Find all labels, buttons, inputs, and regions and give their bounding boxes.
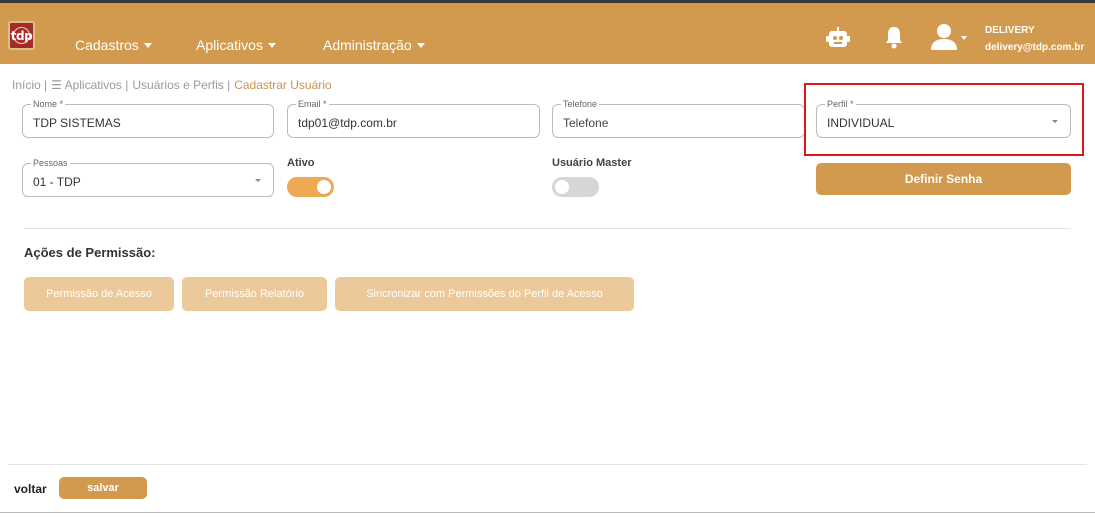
- footer-divider: [8, 464, 1087, 465]
- permissao-acesso-button[interactable]: Permissão de Acesso: [24, 277, 174, 311]
- breadcrumb-inicio[interactable]: Início |: [12, 78, 47, 92]
- bell-icon[interactable]: [884, 25, 904, 49]
- nav-administracao-label: Administração: [323, 37, 412, 53]
- nav-aplicativos[interactable]: Aplicativos: [196, 37, 276, 53]
- breadcrumb-usuarios-perfis[interactable]: Usuários e Perfis |: [132, 78, 230, 92]
- telefone-label: Telefone: [561, 99, 600, 109]
- chevron-down-icon: [255, 179, 261, 182]
- telefone-field[interactable]: Telefone Telefone: [552, 99, 805, 138]
- breadcrumb: Início | ☰ Aplicativos | Usuários e Perf…: [12, 78, 332, 92]
- ativo-toggle[interactable]: [287, 177, 334, 197]
- salvar-button[interactable]: salvar: [59, 477, 147, 499]
- voltar-link[interactable]: voltar: [14, 482, 47, 496]
- usuario-master-label: Usuário Master: [552, 157, 632, 169]
- toggle-knob: [317, 180, 331, 194]
- nav-aplicativos-label: Aplicativos: [196, 37, 263, 53]
- top-navbar: tdp Cadastros Aplicativos Administração …: [0, 3, 1095, 64]
- permissions-title: Ações de Permissão:: [24, 245, 156, 260]
- permissao-relatorio-button[interactable]: Permissão Relatório: [182, 277, 327, 311]
- sincronizar-permissoes-button[interactable]: Sincronizar com Permissões do Perfil de …: [335, 277, 634, 311]
- tdp-logo[interactable]: tdp: [8, 21, 35, 50]
- chevron-down-icon: [267, 42, 276, 48]
- toggle-knob: [555, 180, 569, 194]
- user-avatar-icon[interactable]: [930, 23, 968, 51]
- window-bottom-border: [0, 512, 1095, 513]
- chevron-down-icon: [143, 42, 152, 48]
- nav-administracao[interactable]: Administração: [323, 37, 425, 53]
- section-divider: [24, 228, 1071, 229]
- email-label: Email *: [296, 99, 329, 109]
- breadcrumb-current: Cadastrar Usuário: [234, 78, 332, 92]
- logo-text: tdp: [10, 28, 33, 43]
- nome-label: Nome *: [31, 99, 66, 109]
- nome-field[interactable]: Nome * TDP SISTEMAS: [22, 99, 274, 138]
- pessoas-select[interactable]: Pessoas 01 - TDP: [22, 158, 274, 197]
- pessoas-value: 01 - TDP: [33, 175, 81, 189]
- definir-senha-button[interactable]: Definir Senha: [816, 163, 1071, 195]
- perfil-highlight-box: [804, 83, 1084, 156]
- nome-value: TDP SISTEMAS: [33, 116, 121, 130]
- user-email: delivery@tdp.com.br: [985, 42, 1085, 53]
- ativo-label: Ativo: [287, 157, 315, 169]
- email-value: tdp01@tdp.com.br: [298, 116, 397, 130]
- nav-cadastros[interactable]: Cadastros: [75, 37, 152, 53]
- breadcrumb-aplicativos[interactable]: ☰ Aplicativos |: [51, 78, 128, 92]
- robot-icon[interactable]: [826, 27, 850, 49]
- email-field[interactable]: Email * tdp01@tdp.com.br: [287, 99, 540, 138]
- telefone-placeholder: Telefone: [563, 116, 609, 130]
- usuario-master-toggle[interactable]: [552, 177, 599, 197]
- pessoas-label: Pessoas: [31, 158, 70, 168]
- user-name: DELIVERY: [985, 25, 1035, 36]
- chevron-down-icon: [416, 42, 425, 48]
- nav-cadastros-label: Cadastros: [75, 37, 139, 53]
